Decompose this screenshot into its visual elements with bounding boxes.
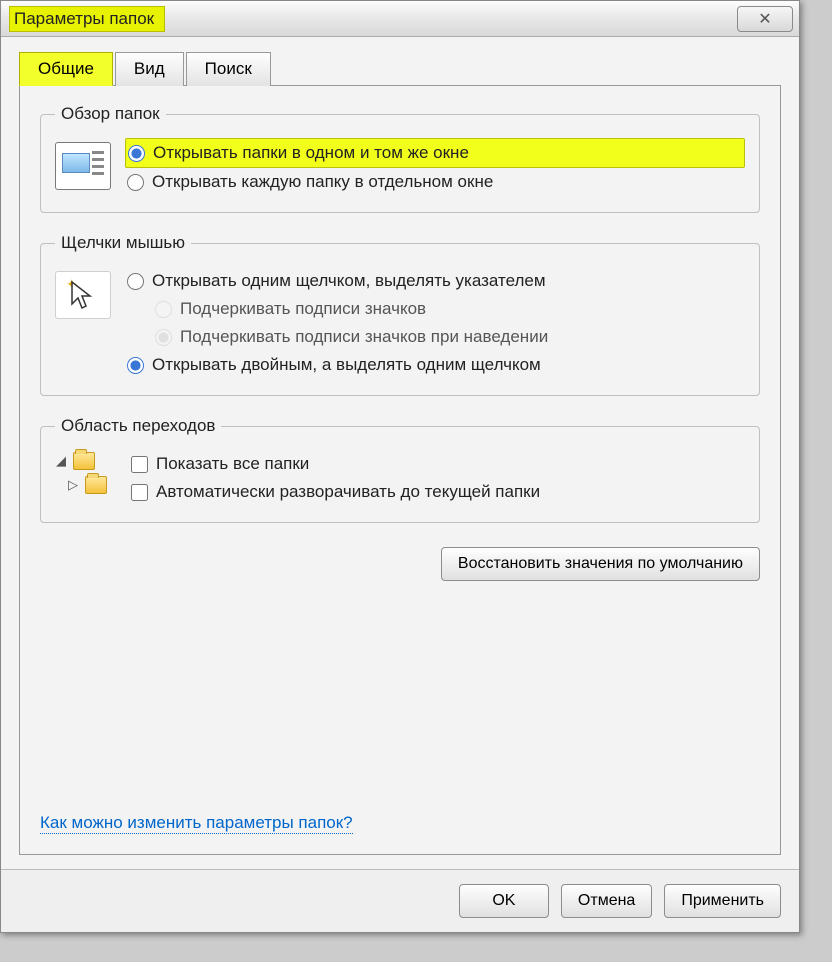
opt-show-all-folders[interactable]: Показать все папки <box>129 450 745 478</box>
radio-underline-always <box>155 301 172 318</box>
tab-general[interactable]: Общие <box>19 52 113 86</box>
radio-same-window[interactable] <box>128 145 145 162</box>
label-same-window: Открывать папки в одном и том же окне <box>153 143 469 163</box>
close-button[interactable]: ✕ <box>737 6 793 32</box>
cursor-icon: ✦ <box>55 271 111 319</box>
radio-new-window[interactable] <box>127 174 144 191</box>
opt-underline-always: Подчеркивать подписи значков <box>125 295 745 323</box>
opt-auto-expand[interactable]: Автоматически разворачивать до текущей п… <box>129 478 745 506</box>
apply-button[interactable]: Применить <box>664 884 781 918</box>
folder-icon <box>85 476 107 494</box>
group-nav-pane: Область переходов ◢ ▷ <box>40 416 760 523</box>
cancel-button[interactable]: Отмена <box>561 884 652 918</box>
folder-options-dialog: Параметры папок ✕ Общие Вид Поиск Обзор … <box>0 0 800 933</box>
close-icon: ✕ <box>758 9 771 29</box>
label-underline-always: Подчеркивать подписи значков <box>180 299 426 319</box>
label-double-click: Открывать двойным, а выделять одним щелч… <box>152 355 541 375</box>
group-browse-folders: Обзор папок Открывать папки в одном и то… <box>40 104 760 213</box>
window-icon <box>55 142 111 190</box>
label-auto-expand: Автоматически разворачивать до текущей п… <box>156 482 540 502</box>
nav-tree-icon: ◢ ▷ <box>55 450 115 494</box>
folder-icon <box>73 452 95 470</box>
check-auto-expand[interactable] <box>131 484 148 501</box>
ok-button[interactable]: OK <box>459 884 549 918</box>
opt-new-window[interactable]: Открывать каждую папку в отдельном окне <box>125 168 745 196</box>
group-nav-legend: Область переходов <box>55 416 221 436</box>
group-click: Щелчки мышью ✦ Открывать одним щелчком, … <box>40 233 760 396</box>
titlebar: Параметры папок ✕ <box>1 1 799 37</box>
dialog-footer: OK Отмена Применить <box>1 869 799 932</box>
opt-double-click[interactable]: Открывать двойным, а выделять одним щелч… <box>125 351 745 379</box>
radio-underline-hover <box>155 329 172 346</box>
opt-underline-hover: Подчеркивать подписи значков при наведен… <box>125 323 745 351</box>
opt-same-window[interactable]: Открывать папки в одном и том же окне <box>125 138 745 168</box>
label-underline-hover: Подчеркивать подписи значков при наведен… <box>180 327 548 347</box>
label-new-window: Открывать каждую папку в отдельном окне <box>152 172 493 192</box>
group-browse-legend: Обзор папок <box>55 104 166 124</box>
check-show-all[interactable] <box>131 456 148 473</box>
window-title: Параметры папок <box>9 6 165 32</box>
radio-single-click[interactable] <box>127 273 144 290</box>
label-single-click: Открывать одним щелчком, выделять указат… <box>152 271 546 291</box>
opt-single-click[interactable]: Открывать одним щелчком, выделять указат… <box>125 267 745 295</box>
restore-defaults-button[interactable]: Восстановить значения по умолчанию <box>441 547 760 581</box>
expander-collapsed-icon: ◢ <box>55 453 67 469</box>
radio-double-click[interactable] <box>127 357 144 374</box>
tab-panel-general: Обзор папок Открывать папки в одном и то… <box>19 85 781 855</box>
group-click-legend: Щелчки мышью <box>55 233 191 253</box>
help-link[interactable]: Как можно изменить параметры папок? <box>40 813 353 834</box>
tab-strip: Общие Вид Поиск <box>19 52 781 86</box>
tab-view[interactable]: Вид <box>115 52 184 86</box>
label-show-all: Показать все папки <box>156 454 309 474</box>
tab-search[interactable]: Поиск <box>186 52 271 86</box>
expander-expand-icon: ▷ <box>67 477 79 493</box>
